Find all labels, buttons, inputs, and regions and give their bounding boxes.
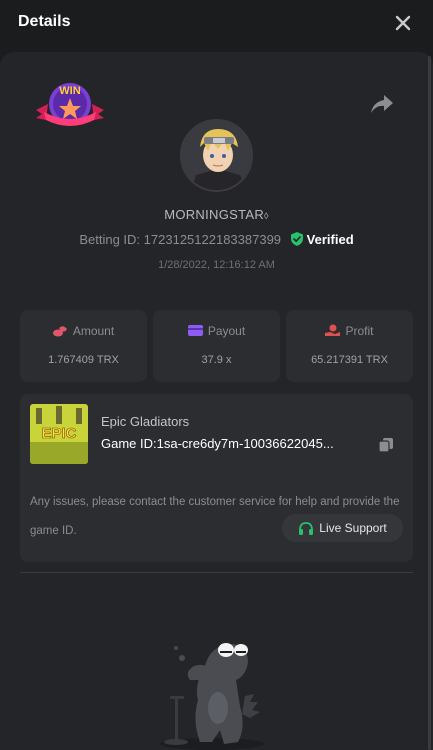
stat-label-payout: Payout xyxy=(207,324,246,338)
betting-id-value: 1723125122183387399 xyxy=(143,232,282,247)
game-thumbnail-image: EPIC xyxy=(30,404,88,464)
username-text: MORNINGSTAR xyxy=(164,207,265,222)
wallet-icon xyxy=(187,325,203,336)
divider xyxy=(20,572,413,573)
stat-card-amount: Amount 1.767409 TRX xyxy=(20,310,147,382)
stat-value-profit: 65.217391 TRX xyxy=(311,354,388,366)
modal-header: Details xyxy=(0,0,433,46)
scrollbar[interactable] xyxy=(428,56,431,750)
verified-label: Verified xyxy=(306,232,354,247)
headset-icon xyxy=(299,521,314,535)
stat-card-payout: Payout 37.9 x xyxy=(153,310,280,382)
stat-label-profit: Profit xyxy=(345,324,374,338)
badge-text: WIN xyxy=(59,85,80,97)
win-badge-icon: WIN xyxy=(36,83,104,126)
betting-id-row: Betting ID: 1723125122183387399 Verified xyxy=(0,232,433,247)
verified-shield-icon xyxy=(290,232,303,246)
game-name: Epic Gladiators xyxy=(101,414,190,429)
copy-icon[interactable] xyxy=(379,438,393,452)
game-thumbnail[interactable]: EPIC xyxy=(30,404,88,464)
stat-label-amount: Amount xyxy=(72,324,115,338)
game-card: EPIC Epic Gladiators Game ID:1sa-cre6dy7… xyxy=(20,394,413,562)
betting-id-label: Betting ID: xyxy=(79,232,141,247)
stat-card-profit: Profit 65.217391 TRX xyxy=(286,310,413,382)
game-id: Game ID:1sa-cre6dy7m-10036622045... xyxy=(101,436,334,451)
username: MORNINGSTAR◊ xyxy=(0,207,433,222)
hand-coin-icon xyxy=(325,324,341,336)
crocodile-mascot-icon xyxy=(160,643,264,750)
coins-icon xyxy=(52,326,67,337)
game-thumb-text: EPIC xyxy=(41,425,76,442)
stat-value-payout: 37.9 x xyxy=(201,354,232,366)
bet-timestamp: 1/28/2022, 12:16:12 AM xyxy=(158,259,275,271)
modal-title: Details xyxy=(18,13,71,30)
live-support-button[interactable]: Live Support xyxy=(282,514,403,542)
live-support-label: Live Support xyxy=(319,521,387,535)
diamond-icon: ◊ xyxy=(264,211,269,221)
share-icon[interactable] xyxy=(370,93,394,115)
avatar xyxy=(180,119,253,192)
stat-value-amount: 1.767409 TRX xyxy=(48,354,119,366)
close-icon[interactable] xyxy=(394,14,412,32)
